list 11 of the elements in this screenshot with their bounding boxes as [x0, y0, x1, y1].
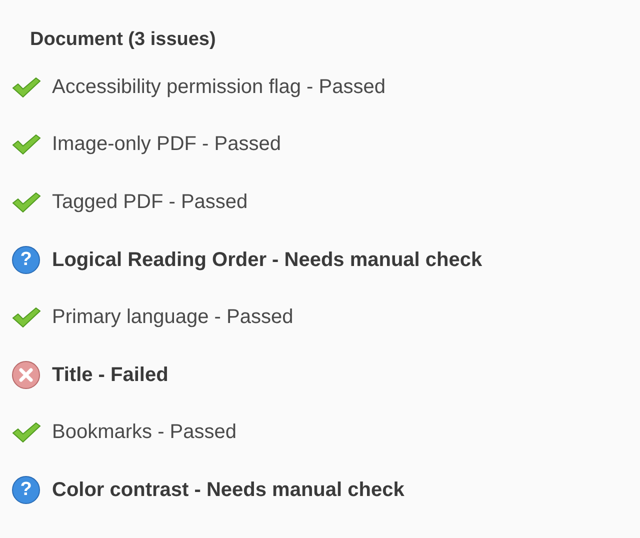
help-icon: ?: [12, 246, 40, 274]
help-icon: ?: [12, 476, 40, 504]
check-result: Bookmarks - Passed: [52, 420, 237, 446]
check-result: Image-only PDF - Passed: [52, 132, 281, 158]
check-result: Color contrast - Needs manual check: [52, 478, 404, 503]
section-title: Document (3 issues): [30, 29, 216, 50]
check-result: Logical Reading Order - Needs manual check: [52, 248, 482, 273]
check-result: Accessibility permission flag - Passed: [52, 74, 386, 100]
check-result: Primary language - Passed: [52, 305, 294, 330]
check-result: Tagged PDF - Passed: [52, 190, 248, 215]
check-result: Title - Failed: [52, 362, 168, 388]
